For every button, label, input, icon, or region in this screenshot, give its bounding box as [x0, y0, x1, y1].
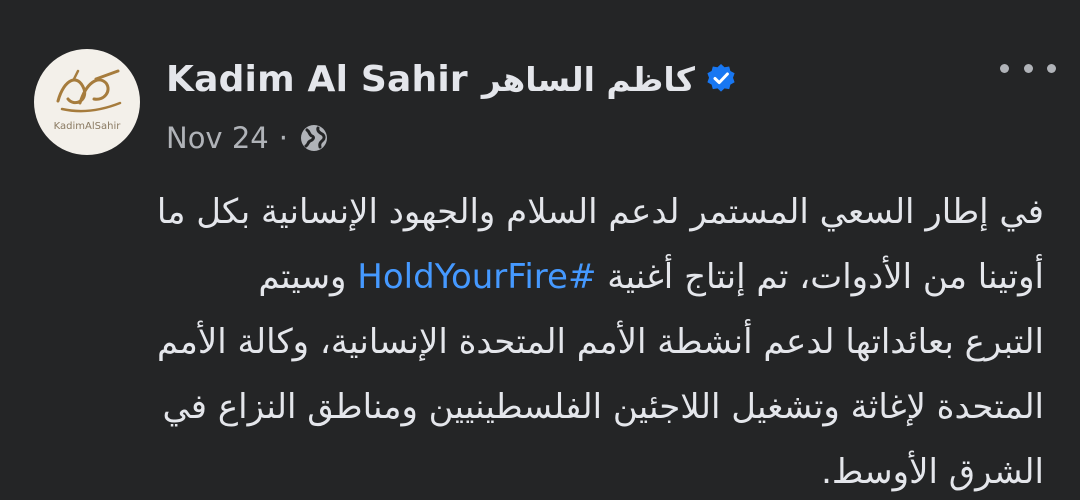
author-name-latin[interactable]: Kadim Al Sahir: [166, 59, 468, 100]
post-text-line: التبرع بعائداتها لدعم أنشطة الأمم المتحد…: [157, 322, 1044, 362]
more-dot: [1023, 63, 1033, 73]
post-text-segment: وسيتم: [258, 257, 347, 297]
post-meta: Nov 24 ·: [166, 118, 330, 158]
post-text-line: المتحدة لإغاثة وتشغيل اللاجئين الفلسطيني…: [162, 387, 1044, 427]
avatar-caption: KadimAlSahir: [53, 121, 121, 132]
post-text-line: الشرق الأوسط.: [821, 452, 1044, 492]
more-dot: [1000, 63, 1009, 73]
more-options-button[interactable]: [1000, 56, 1056, 80]
post-text-line: أوتينا من الأدوات، تم إنتاج أغنية #HoldY…: [34, 245, 1044, 310]
verified-badge-icon: [707, 64, 735, 92]
hashtag-link[interactable]: #HoldYourFire: [357, 257, 596, 297]
post-date[interactable]: Nov 24: [166, 121, 269, 155]
globe-icon[interactable]: [298, 122, 330, 154]
calligraphy-logo-icon: [56, 69, 122, 113]
facebook-post: KadimAlSahir Kadim Al Sahir كاظم الساهر …: [0, 0, 1080, 500]
author-name-row: Kadim Al Sahir كاظم الساهر: [166, 54, 738, 104]
more-dot: [1047, 63, 1056, 73]
avatar[interactable]: KadimAlSahir: [34, 49, 140, 155]
post-body: في إطار السعي المستمر لدعم السلام والجهو…: [34, 180, 1044, 500]
author-name-arabic[interactable]: كاظم الساهر: [482, 60, 695, 99]
meta-separator: ·: [278, 121, 288, 155]
post-text-line: في إطار السعي المستمر لدعم السلام والجهو…: [156, 192, 1044, 232]
post-text-segment: أوتينا من الأدوات، تم إنتاج أغنية: [607, 257, 1044, 297]
